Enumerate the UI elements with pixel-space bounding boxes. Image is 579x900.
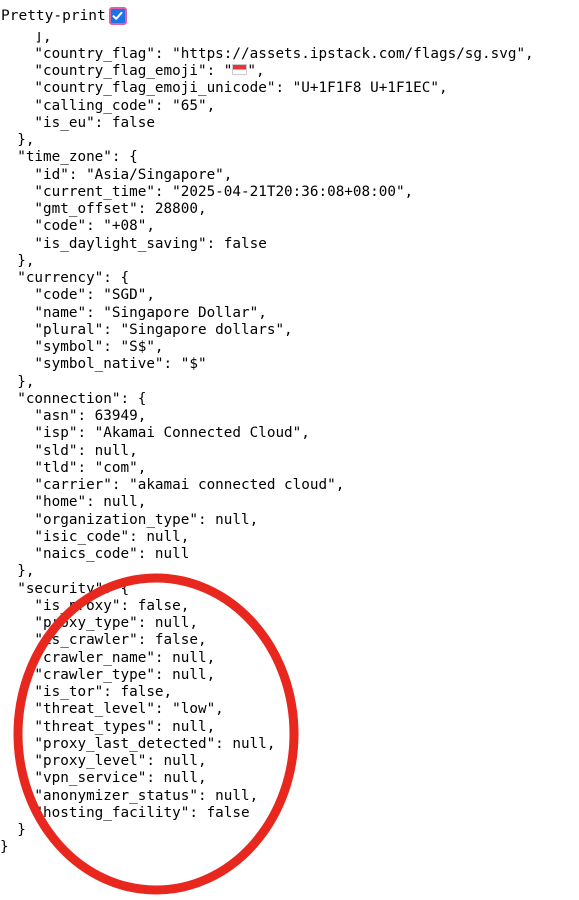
json-line: }, — [0, 373, 35, 390]
json-line: "naics_code": null — [0, 546, 190, 562]
json-line: "country_flag": "https://assets.ipstack.… — [0, 45, 534, 62]
json-line: }, — [0, 563, 35, 580]
json-line: } — [0, 822, 26, 838]
pretty-print-bar: Pretty-print — [0, 0, 579, 32]
json-line: "hosting_facility": false — [0, 804, 250, 821]
json-line: "code": "SGD", — [0, 287, 155, 304]
json-line: "isic_code": null, — [0, 528, 190, 545]
json-line: "proxy_last_detected": null, — [0, 735, 276, 752]
json-line: "crawler_name": null, — [0, 649, 216, 666]
json-line: "anonymizer_status": null, — [0, 787, 259, 804]
json-line: "vpn_service": null, — [0, 770, 207, 787]
json-line: "threat_types": null, — [0, 718, 216, 735]
json-line: "is_crawler": false, — [0, 632, 207, 649]
json-line: "plural": "Singapore dollars", — [0, 321, 293, 338]
singapore-flag-icon — [232, 64, 248, 75]
json-line: "threat_level": "low", — [0, 701, 224, 718]
json-line: "symbol": "S$", — [0, 339, 164, 355]
json-line: "connection": { — [0, 390, 147, 407]
json-line: "sld": null, — [0, 442, 138, 459]
json-line: "asn": 63949, — [0, 408, 147, 424]
json-line: "organization_type": null, — [0, 511, 259, 528]
json-line: "country_flag_emoji_unicode": "U+1F1F8 U… — [0, 80, 448, 97]
json-line: "symbol_native": "$" — [0, 356, 207, 373]
json-line: "currency": { — [0, 270, 130, 286]
json-line: "calling_code": "65", — [0, 97, 216, 114]
json-line: "is_eu": false — [0, 114, 155, 131]
json-line: "is_tor": false, — [0, 684, 173, 700]
json-line: "is_daylight_saving": false — [0, 235, 267, 252]
json-line: "crawler_type": null, — [0, 666, 216, 683]
checkmark-icon — [112, 11, 123, 20]
json-line: "home": null, — [0, 494, 147, 511]
json-line: "is_proxy": false, — [0, 597, 190, 614]
json-line: "proxy_type": null, — [0, 615, 198, 631]
json-line: "id": "Asia/Singapore", — [0, 166, 233, 183]
json-viewer: "native": "中文" } ], "country_flag": "htt… — [0, 0, 534, 857]
json-line: "country_flag_emoji": " ", — [0, 63, 265, 79]
json-line: "isp": "Akamai Connected Cloud", — [0, 425, 310, 442]
json-line: "time_zone": { — [0, 149, 138, 166]
json-line: "name": "Singapore Dollar", — [0, 304, 267, 321]
json-line: "tld": "com", — [0, 459, 147, 476]
pretty-print-label[interactable]: Pretty-print — [0, 8, 106, 24]
pretty-print-checkbox[interactable] — [108, 7, 127, 25]
json-line: }, — [0, 132, 35, 148]
json-line: "carrier": "akamai connected cloud", — [0, 477, 345, 493]
json-line: "current_time": "2025-04-21T20:36:08+08:… — [0, 183, 414, 200]
json-line: "code": "+08", — [0, 218, 155, 235]
json-line: "proxy_level": null, — [0, 753, 207, 769]
json-line: "security": { — [0, 580, 130, 597]
json-line: } — [0, 839, 9, 856]
json-line: "gmt_offset": 28800, — [0, 201, 207, 217]
json-line: }, — [0, 252, 35, 269]
